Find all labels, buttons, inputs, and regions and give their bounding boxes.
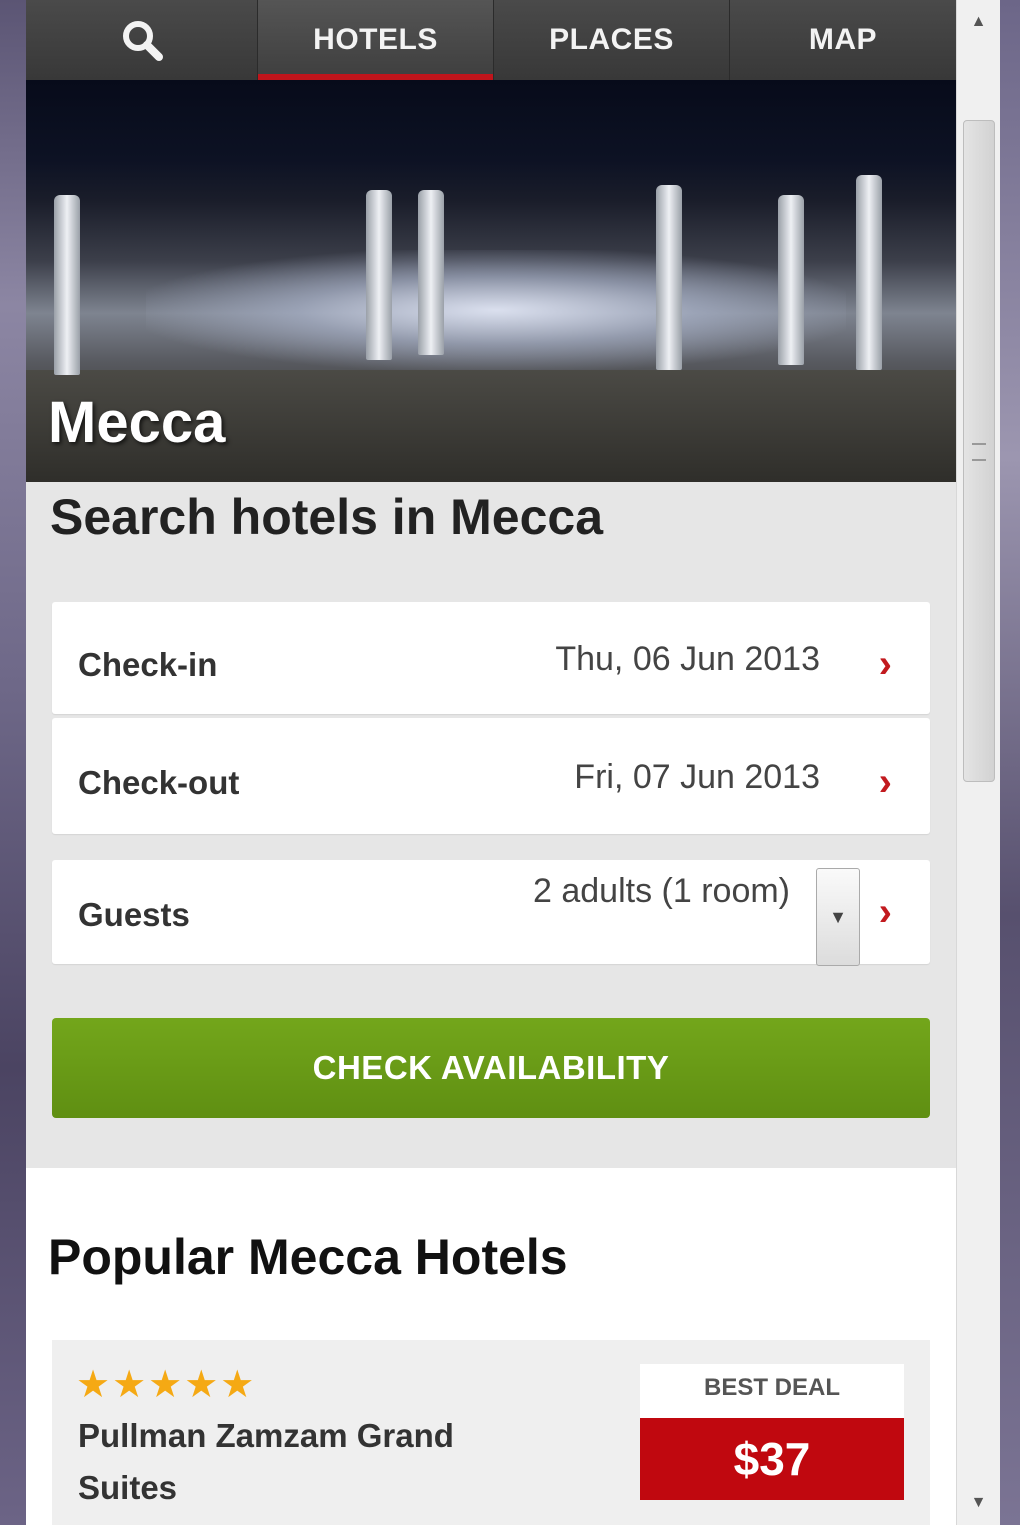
tab-places-label: PLACES xyxy=(549,23,674,56)
check-availability-button[interactable]: CHECK AVAILABILITY xyxy=(52,1018,930,1118)
popular-heading: Popular Mecca Hotels xyxy=(48,1229,568,1285)
search-nav-button[interactable] xyxy=(26,0,258,80)
guests-value: 2 adults (1 room) xyxy=(533,872,790,910)
minaret xyxy=(54,195,80,375)
top-navigation: HOTELS PLACES MAP xyxy=(26,0,956,80)
minaret xyxy=(366,190,392,360)
deal-box[interactable]: BEST DEAL $37 xyxy=(640,1364,904,1500)
hero-mosque-lights xyxy=(146,250,846,370)
hero-image: Mecca xyxy=(26,80,956,482)
app-page: HOTELS PLACES MAP Mecca Search hotels in… xyxy=(26,0,956,1525)
scrollbar-grip xyxy=(972,443,986,461)
search-heading: Search hotels in Mecca xyxy=(50,489,604,545)
chevron-right-icon: › xyxy=(878,760,892,804)
scroll-up-arrow-icon[interactable]: ▲ xyxy=(957,4,1000,40)
checkin-label: Check-in xyxy=(78,646,218,683)
minaret xyxy=(656,185,682,370)
scrollbar-thumb[interactable] xyxy=(963,120,995,782)
hotel-name[interactable]: Pullman Zamzam Grand Suites xyxy=(78,1410,538,1514)
tab-hotels[interactable]: HOTELS xyxy=(258,0,494,80)
search-icon xyxy=(122,21,163,61)
checkout-row[interactable]: Check-out Fri, 07 Jun 2013 › xyxy=(52,718,930,834)
minaret xyxy=(856,175,882,370)
checkout-value: Fri, 07 Jun 2013 xyxy=(574,758,820,796)
checkin-value: Thu, 06 Jun 2013 xyxy=(555,640,820,678)
tab-map[interactable]: MAP xyxy=(730,0,956,80)
deal-label: BEST DEAL xyxy=(703,1374,840,1401)
tab-hotels-label: HOTELS xyxy=(313,23,438,56)
city-title: Mecca xyxy=(48,390,226,455)
hotel-card[interactable]: ★★★★★ Pullman Zamzam Grand Suites BEST D… xyxy=(52,1340,930,1525)
deal-price: $37 xyxy=(640,1418,904,1500)
minaret xyxy=(418,190,444,355)
star-rating: ★★★★★ xyxy=(76,1364,257,1406)
guests-select[interactable]: Guests 2 adults (1 room) ▼ › xyxy=(52,860,930,966)
checkout-label: Check-out xyxy=(78,764,240,801)
chevron-right-icon: › xyxy=(878,642,892,686)
dropdown-arrow-icon[interactable]: ▼ xyxy=(816,868,860,966)
window-right-edge xyxy=(1000,0,1020,1525)
tab-places[interactable]: PLACES xyxy=(494,0,730,80)
guests-label: Guests xyxy=(78,896,190,933)
checkin-row[interactable]: Check-in Thu, 06 Jun 2013 › xyxy=(52,602,930,714)
window-left-edge xyxy=(0,0,26,1525)
tab-map-label: MAP xyxy=(808,23,878,56)
chevron-right-icon: › xyxy=(878,890,892,934)
scroll-down-arrow-icon[interactable]: ▼ xyxy=(957,1485,1000,1521)
popular-hotels-section: Popular Mecca Hotels ★★★★★ Pullman Zamza… xyxy=(26,1168,956,1525)
vertical-scrollbar[interactable]: ▲ ▼ xyxy=(956,0,1000,1525)
minaret xyxy=(778,195,804,365)
